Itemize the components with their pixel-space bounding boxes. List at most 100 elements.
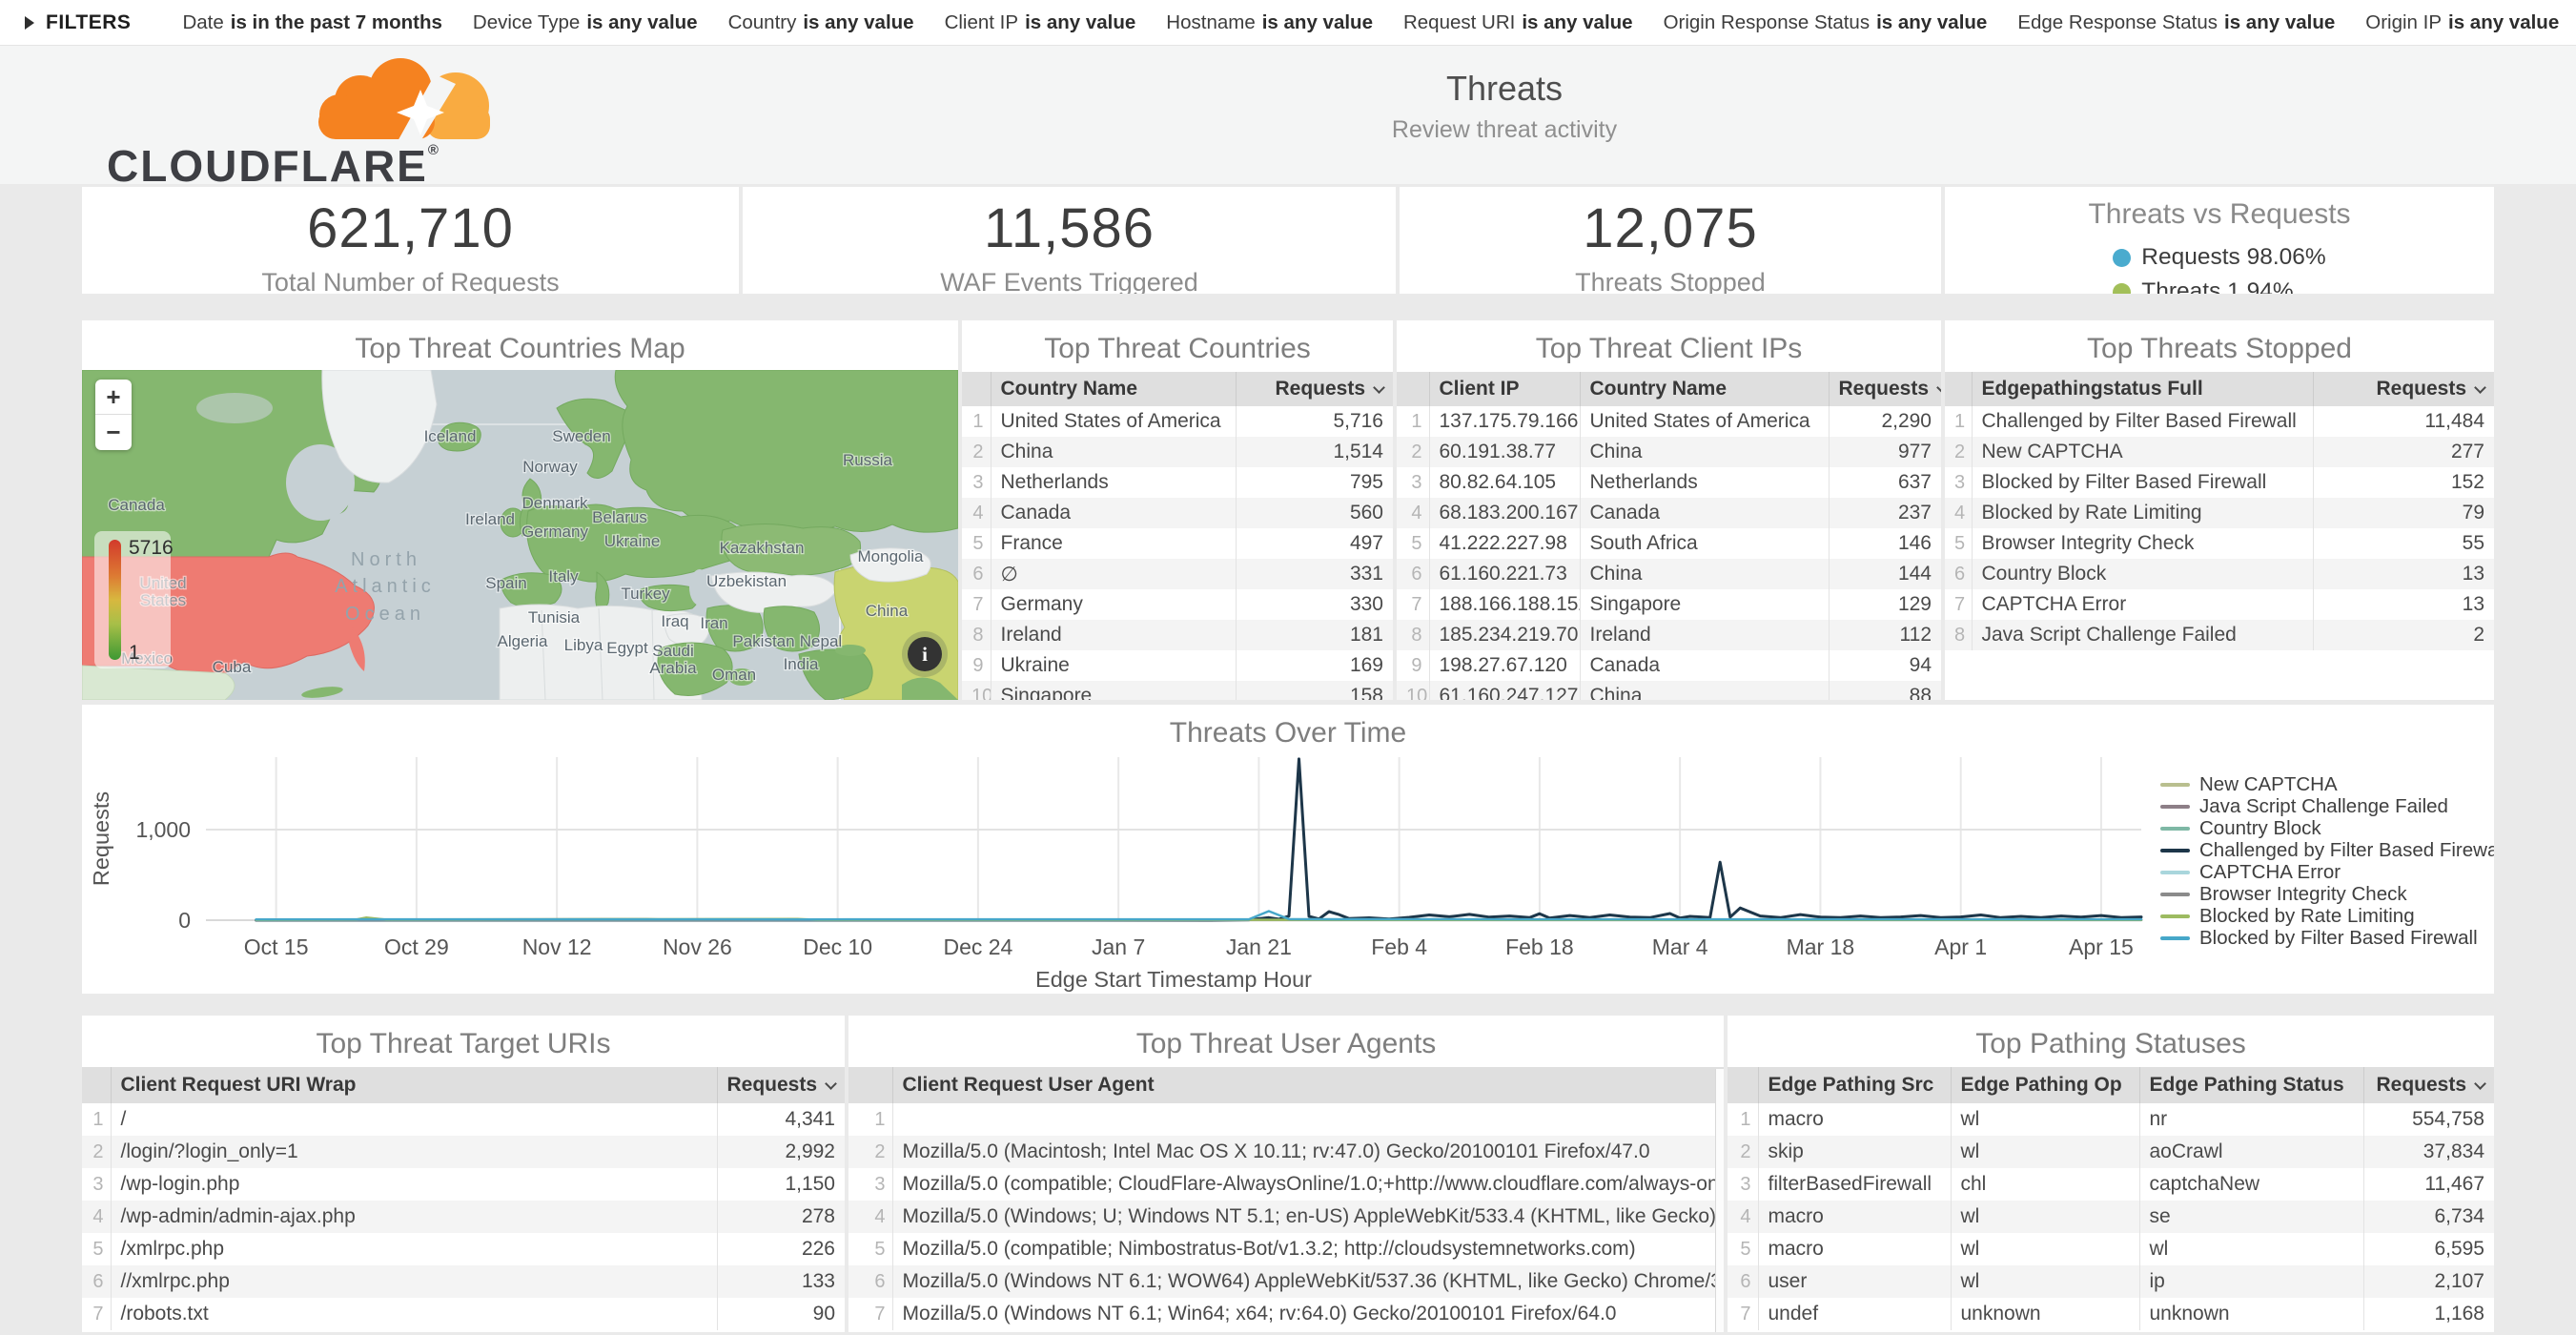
filter-chip[interactable]: Device Typeis any value xyxy=(473,11,698,34)
table-cell[interactable]: 60.191.38.77 xyxy=(1429,437,1580,467)
table-cell[interactable]: wl xyxy=(1951,1265,2139,1298)
legend-item[interactable]: Browser Integrity Check xyxy=(2160,885,2494,904)
table-cell[interactable]: Germany xyxy=(991,589,1236,620)
table-cell[interactable]: Challenged by Filter Based Firewall xyxy=(1972,406,2313,437)
table-cell[interactable]: 55 xyxy=(2313,528,2494,559)
table-cell[interactable]: Canada xyxy=(991,498,1236,528)
table-cell[interactable]: 137.175.79.166 xyxy=(1429,406,1580,437)
filter-chip[interactable]: Countryis any value xyxy=(728,11,914,34)
table-cell[interactable]: 80.82.64.105 xyxy=(1429,467,1580,498)
table-cell[interactable]: 129 xyxy=(1829,589,1941,620)
table-cell[interactable]: 169 xyxy=(1236,650,1393,681)
table-cell[interactable]: aoCrawl xyxy=(2139,1136,2363,1168)
table-cell[interactable]: 331 xyxy=(1236,559,1393,589)
world-map[interactable]: CanadaUnitedStatesMexicoCubaIcelandIrela… xyxy=(82,370,958,700)
table-cell[interactable]: 226 xyxy=(717,1233,845,1265)
table-cell[interactable]: macro xyxy=(1758,1103,1951,1136)
table-cell[interactable]: Netherlands xyxy=(991,467,1236,498)
table-cell[interactable]: undef xyxy=(1758,1298,1951,1330)
table-cell[interactable]: Ukraine xyxy=(991,650,1236,681)
table-cell[interactable]: Mozilla/5.0 (compatible; Nimbostratus-Bo… xyxy=(892,1233,1724,1265)
zoom-out-button[interactable]: − xyxy=(95,415,132,450)
legend-item[interactable]: Blocked by Rate Limiting xyxy=(2160,907,2494,926)
table-cell[interactable]: 2,290 xyxy=(1829,406,1941,437)
threats-over-time-chart[interactable]: 01,000Oct 15Oct 29Nov 12Nov 26Dec 10Dec … xyxy=(82,752,2160,994)
table-cell[interactable]: China xyxy=(1580,559,1829,589)
table-cell[interactable]: 198.27.67.120 xyxy=(1429,650,1580,681)
table-cell[interactable]: 181 xyxy=(1236,620,1393,650)
table-cell[interactable]: Mozilla/5.0 (Windows NT 6.1; Win64; x64;… xyxy=(892,1298,1724,1330)
table-cell[interactable]: 144 xyxy=(1829,559,1941,589)
table-cell[interactable]: unknown xyxy=(2139,1298,2363,1330)
zoom-in-button[interactable]: + xyxy=(95,380,132,415)
table-cell[interactable]: /login/?login_only=1 xyxy=(111,1136,717,1168)
table-cell[interactable]: 79 xyxy=(2313,498,2494,528)
column-header-edgepathingstatus-full[interactable]: Edgepathingstatus Full xyxy=(1972,372,2313,406)
table-cell[interactable]: user xyxy=(1758,1265,1951,1298)
table-cell[interactable]: Blocked by Rate Limiting xyxy=(1972,498,2313,528)
table-cell[interactable]: / xyxy=(111,1103,717,1136)
table-cell[interactable]: 977 xyxy=(1829,437,1941,467)
filter-chip[interactable]: Request URIis any value xyxy=(1403,11,1633,34)
table-cell[interactable]: 237 xyxy=(1829,498,1941,528)
column-header-requests[interactable]: Requests xyxy=(2313,372,2494,406)
table-cell[interactable]: 795 xyxy=(1236,467,1393,498)
column-header-country-name[interactable]: Country Name xyxy=(991,372,1236,406)
table-cell[interactable]: 1,168 xyxy=(2363,1298,2494,1330)
table-cell[interactable]: 11,484 xyxy=(2313,406,2494,437)
table-cell[interactable]: wl xyxy=(1951,1233,2139,1265)
column-header-requests[interactable]: Requests xyxy=(1829,372,1941,406)
table-cell[interactable]: 90 xyxy=(717,1298,845,1330)
table-cell[interactable]: China xyxy=(1580,681,1829,700)
column-header-client-request-user-agent[interactable]: Client Request User Agent xyxy=(892,1067,1724,1103)
table-cell[interactable]: wl xyxy=(1951,1201,2139,1233)
table-cell[interactable]: New CAPTCHA xyxy=(1972,437,2313,467)
table-cell[interactable]: unknown xyxy=(1951,1298,2139,1330)
legend-item[interactable]: Threats 1.94% xyxy=(2113,278,2325,294)
table-cell[interactable]: China xyxy=(1580,437,1829,467)
table-cell[interactable]: 68.183.200.167 xyxy=(1429,498,1580,528)
table-cell[interactable]: Netherlands xyxy=(1580,467,1829,498)
table-cell[interactable]: 13 xyxy=(2313,589,2494,620)
table-cell[interactable]: /wp-login.php xyxy=(111,1168,717,1201)
filter-chip[interactable]: Hostnameis any value xyxy=(1166,11,1373,34)
table-cell[interactable]: Mozilla/5.0 (compatible; CloudFlare-Alwa… xyxy=(892,1168,1724,1201)
table-cell[interactable]: filterBasedFirewall xyxy=(1758,1168,1951,1201)
column-header-edge-pathing-src[interactable]: Edge Pathing Src xyxy=(1758,1067,1951,1103)
table-cell[interactable]: United States of America xyxy=(1580,406,1829,437)
table-cell[interactable]: 112 xyxy=(1829,620,1941,650)
column-header-requests[interactable]: Requests xyxy=(717,1067,845,1103)
filter-chip[interactable]: Client IPis any value xyxy=(945,11,1136,34)
legend-item[interactable]: Blocked by Filter Based Firewall xyxy=(2160,929,2494,948)
table-cell[interactable]: captchaNew xyxy=(2139,1168,2363,1201)
table-cell[interactable]: //xmlrpc.php xyxy=(111,1265,717,1298)
table-cell[interactable]: 1,150 xyxy=(717,1168,845,1201)
table-cell[interactable]: 133 xyxy=(717,1265,845,1298)
table-cell[interactable]: se xyxy=(2139,1201,2363,1233)
table-cell[interactable]: nr xyxy=(2139,1103,2363,1136)
filter-chip[interactable]: Dateis in the past 7 months xyxy=(182,11,441,34)
table-cell[interactable]: wl xyxy=(1951,1103,2139,1136)
column-header-requests[interactable]: Requests xyxy=(2363,1067,2494,1103)
table-cell[interactable]: skip xyxy=(1758,1136,1951,1168)
table-cell[interactable]: 278 xyxy=(717,1201,845,1233)
column-header-edge-pathing-op[interactable]: Edge Pathing Op xyxy=(1951,1067,2139,1103)
table-cell[interactable]: 5,716 xyxy=(1236,406,1393,437)
table-cell[interactable]: Singapore xyxy=(991,681,1236,700)
table-cell[interactable]: /robots.txt xyxy=(111,1298,717,1330)
table-cell[interactable]: Country Block xyxy=(1972,559,2313,589)
table-cell[interactable]: 637 xyxy=(1829,467,1941,498)
table-cell[interactable]: macro xyxy=(1758,1201,1951,1233)
table-cell[interactable]: 13 xyxy=(2313,559,2494,589)
legend-item[interactable]: Requests 98.06% xyxy=(2113,244,2325,271)
table-cell[interactable]: 41.222.227.98 xyxy=(1429,528,1580,559)
table-cell[interactable]: Blocked by Filter Based Firewall xyxy=(1972,467,2313,498)
filter-chip[interactable]: Edge Response Statusis any value xyxy=(2017,11,2335,34)
table-cell[interactable]: 94 xyxy=(1829,650,1941,681)
table-cell[interactable]: Ireland xyxy=(1580,620,1829,650)
table-cell[interactable]: 330 xyxy=(1236,589,1393,620)
legend-item[interactable]: CAPTCHA Error xyxy=(2160,863,2494,882)
table-cell[interactable]: 158 xyxy=(1236,681,1393,700)
table-cell[interactable]: 152 xyxy=(2313,467,2494,498)
filter-chip[interactable]: Origin IPis any value xyxy=(2365,11,2559,34)
